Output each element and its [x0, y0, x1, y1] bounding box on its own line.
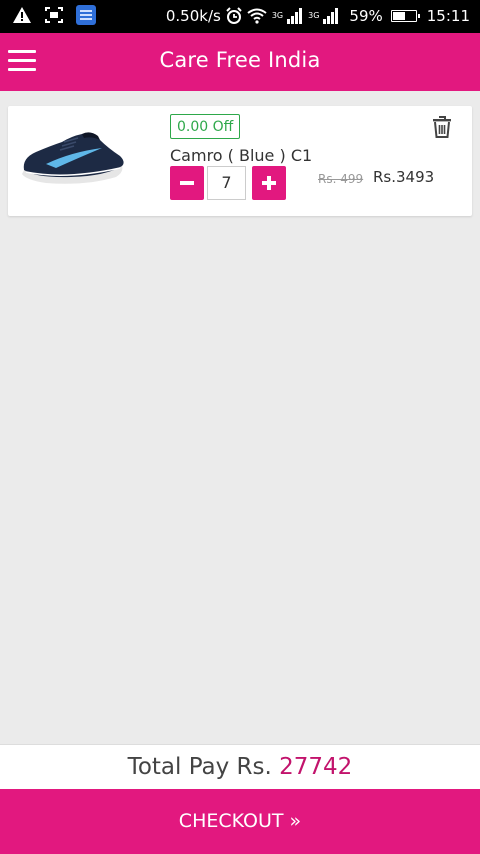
warning-icon	[12, 6, 32, 24]
battery-percent: 59%	[349, 7, 383, 25]
product-image[interactable]	[16, 122, 128, 184]
battery-icon	[390, 10, 420, 22]
total-amount: 27742	[279, 754, 353, 780]
cart-item: 0.00 Off Camro ( Blue ) C1 7 Rs. 499 Rs.…	[8, 106, 472, 216]
total-pay: Total Pay Rs. 27742	[0, 744, 480, 789]
item-price: Rs.3493	[373, 168, 435, 186]
decrease-quantity-button[interactable]	[170, 166, 204, 200]
total-label: Total Pay Rs.	[127, 754, 272, 780]
alarm-icon	[225, 7, 243, 25]
app-title: Care Free India	[159, 48, 321, 72]
original-price: Rs. 499	[318, 172, 364, 186]
signal-icon	[287, 8, 303, 24]
increase-quantity-button[interactable]	[252, 166, 286, 200]
network-type-1: 3G	[271, 11, 284, 20]
discount-badge: 0.00 Off	[170, 114, 241, 139]
quantity-value[interactable]: 7	[207, 166, 246, 200]
network-type-2: 3G	[308, 11, 320, 20]
product-name[interactable]: Camro ( Blue ) C1	[170, 146, 312, 165]
checkout-button[interactable]: CHECKOUT »	[0, 789, 480, 854]
app-notification-icon	[76, 5, 96, 25]
trash-icon[interactable]	[431, 115, 453, 139]
signal-icon	[323, 8, 339, 24]
network-speed: 0.50k/s	[165, 7, 221, 25]
wifi-icon	[247, 8, 267, 24]
battery-level	[392, 12, 405, 20]
screenshot-icon	[44, 6, 64, 24]
app-bar: Care Free India	[0, 33, 480, 91]
status-bar: 0.50k/s 3G 3G 59% 15:11	[0, 0, 480, 33]
clock: 15:11	[426, 7, 470, 25]
